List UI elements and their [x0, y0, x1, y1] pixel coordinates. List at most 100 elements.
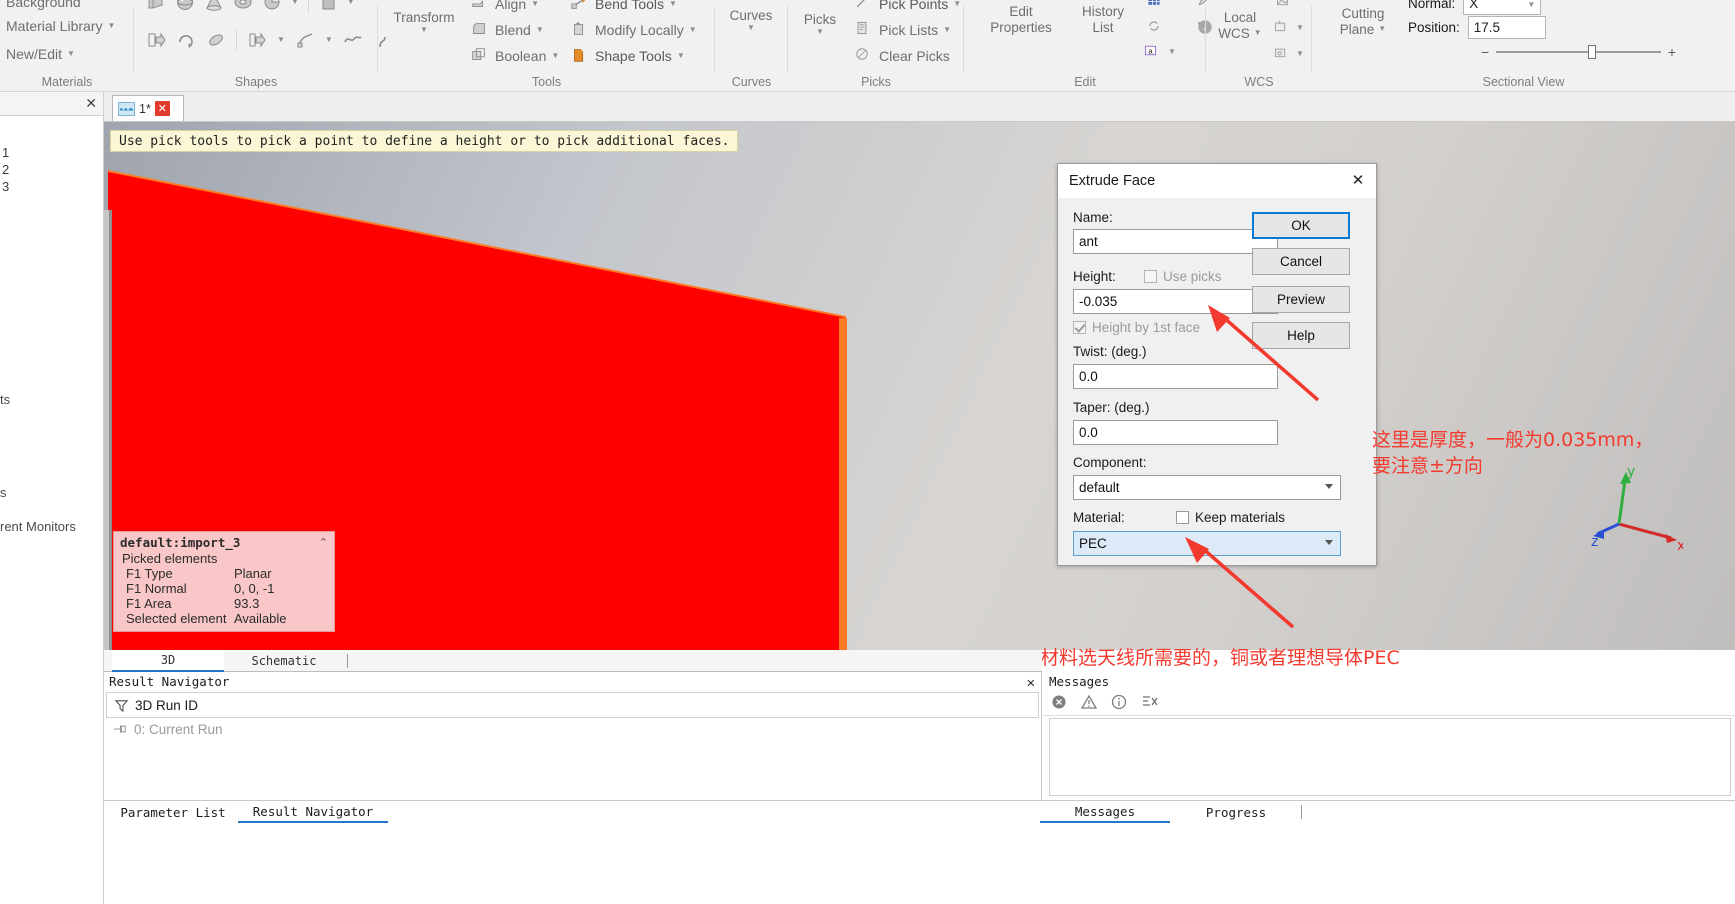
chevron-down-icon[interactable]: ▼ [689, 26, 697, 34]
dialog-titlebar[interactable]: Extrude Face ✕ [1058, 164, 1376, 198]
name-input[interactable]: ant [1073, 229, 1278, 254]
clear-messages-icon[interactable] [1141, 694, 1159, 713]
modify-locally-button[interactable]: Modify Locally ▼ [570, 20, 697, 40]
chevron-down-icon[interactable]: ▼ [792, 27, 848, 36]
sheet-icon[interactable] [318, 0, 338, 12]
keep-materials-row[interactable]: Keep materials [1176, 510, 1285, 525]
curve-icon[interactable] [343, 30, 363, 50]
clear-picks-button[interactable]: Clear Picks [854, 46, 950, 66]
close-icon[interactable]: ✕ [85, 95, 97, 112]
warning-icon[interactable] [1080, 694, 1098, 713]
chevron-down-icon[interactable]: ▼ [325, 36, 333, 44]
sphere-icon[interactable] [175, 0, 195, 12]
messages-list[interactable] [1049, 718, 1731, 796]
result-navigator-column-header[interactable]: 3D Run ID [106, 692, 1039, 718]
position-increase-button[interactable]: + [1668, 44, 1676, 60]
ribbon-background-button[interactable]: Background [6, 0, 81, 10]
tab-3d[interactable]: 3D [112, 650, 224, 672]
local-wcs-button[interactable]: Local WCS ▼ [1210, 10, 1270, 41]
tab-parameter-list[interactable]: Parameter List [114, 801, 232, 823]
chevron-down-icon[interactable]: ▼ [1296, 50, 1304, 58]
position-slider[interactable] [1496, 45, 1661, 59]
help-button[interactable]: Help [1252, 322, 1350, 349]
tree-row[interactable]: 2 [0, 161, 103, 178]
twist-input[interactable]: 0.0 [1073, 364, 1278, 389]
pick-points-button[interactable]: Pick Points ▼ [854, 0, 961, 14]
cutting-plane-button[interactable]: Cutting Plane ▼ [1326, 6, 1400, 37]
close-icon[interactable]: ✕ [1346, 169, 1370, 191]
document-tab[interactable]: 1* ✕ [112, 95, 184, 121]
extrude-curve-icon[interactable] [247, 30, 267, 50]
chevron-down-icon[interactable]: ▼ [1296, 24, 1304, 32]
position-slider-thumb[interactable] [1588, 45, 1597, 59]
edit-properties-button[interactable]: Edit Properties [978, 4, 1064, 35]
chevron-down-icon[interactable]: ▼ [669, 0, 677, 8]
chevron-down-icon[interactable]: ▼ [1254, 29, 1262, 37]
ribbon-material-library-button[interactable]: Material Library ▼ [6, 18, 115, 34]
component-select[interactable]: default [1073, 475, 1341, 500]
info-icon[interactable] [1111, 694, 1127, 713]
error-icon[interactable] [1051, 694, 1067, 713]
tree-row[interactable]: 1 [0, 144, 103, 161]
ribbon-new-edit-button[interactable]: New/Edit ▼ [6, 46, 75, 62]
chevron-down-icon[interactable]: ▼ [531, 0, 539, 8]
use-picks-checkbox[interactable] [1144, 270, 1157, 283]
keep-materials-checkbox[interactable] [1176, 511, 1189, 524]
tree-item[interactable]: s [0, 485, 7, 500]
sweep-icon[interactable] [206, 30, 226, 50]
tree-item[interactable]: ts [0, 392, 10, 407]
taper-input[interactable]: 0.0 [1073, 420, 1278, 445]
shape-tools-button[interactable]: Shape Tools ▼ [570, 46, 685, 66]
chevron-down-icon[interactable]: ▼ [536, 26, 544, 34]
parameter-icon[interactable]: a [1142, 42, 1162, 62]
pick-lists-button[interactable]: Pick Lists ▼ [854, 20, 951, 40]
ok-button[interactable]: OK [1252, 212, 1350, 239]
pin-icon[interactable] [106, 723, 134, 735]
revolve-icon[interactable] [176, 30, 196, 50]
bend-tools-button[interactable]: Bend Tools ▼ [570, 0, 677, 14]
tree-row[interactable]: 3 [0, 178, 103, 195]
chevron-down-icon[interactable]: ▼ [390, 25, 458, 34]
close-icon[interactable]: ✕ [1027, 673, 1035, 693]
tab-result-navigator[interactable]: Result Navigator [238, 801, 388, 823]
sphere-cut-icon[interactable] [262, 0, 282, 12]
3d-viewport[interactable]: Use pick tools to pick a point to define… [104, 122, 1735, 650]
align-button[interactable]: Align ▼ [470, 0, 539, 14]
transform-button[interactable]: Transform ▼ [390, 10, 458, 34]
history-list-button[interactable]: History List [1068, 4, 1138, 35]
wcs-align-icon[interactable] [1272, 18, 1292, 38]
chevron-down-icon[interactable]: ▼ [717, 23, 785, 32]
filter-icon[interactable] [107, 698, 135, 713]
torus-icon[interactable] [233, 0, 253, 12]
refresh-icon[interactable] [1146, 18, 1166, 38]
position-input[interactable]: 17.5 [1467, 16, 1546, 39]
tab-progress[interactable]: Progress [1176, 801, 1296, 823]
wcs-view-icon[interactable] [1274, 0, 1294, 12]
collapse-icon[interactable]: ⌃ [319, 536, 328, 549]
preview-button[interactable]: Preview [1252, 286, 1350, 313]
extrude-icon[interactable] [146, 30, 166, 50]
material-select[interactable]: PEC [1073, 531, 1341, 556]
chevron-down-icon[interactable]: ▼ [277, 36, 285, 44]
wire-icon[interactable] [295, 30, 315, 50]
picks-button[interactable]: Picks ▼ [792, 12, 848, 36]
boolean-button[interactable]: Boolean ▼ [470, 46, 559, 66]
chevron-down-icon[interactable]: ▼ [943, 26, 951, 34]
wcs-anchor-icon[interactable] [1272, 44, 1292, 64]
chevron-down-icon[interactable]: ▼ [1378, 25, 1386, 33]
close-icon[interactable]: ✕ [154, 101, 170, 116]
height-input[interactable]: -0.035 [1073, 289, 1278, 314]
grid-icon[interactable] [1146, 0, 1166, 12]
height-by-first-face-row[interactable]: Height by 1st face [1073, 320, 1200, 335]
chevron-down-icon[interactable]: ▼ [347, 0, 355, 6]
tab-schematic[interactable]: Schematic [228, 650, 340, 672]
chevron-down-icon[interactable]: ▼ [677, 52, 685, 60]
tree-item[interactable]: rent Monitors [0, 519, 76, 534]
cone-icon[interactable] [204, 0, 224, 12]
cancel-button[interactable]: Cancel [1252, 248, 1350, 275]
curves-button[interactable]: Curves ▼ [717, 8, 785, 32]
chevron-down-icon[interactable]: ▼ [1168, 48, 1176, 56]
chevron-down-icon[interactable]: ▼ [953, 0, 961, 8]
normal-select[interactable]: X ▼ [1463, 0, 1542, 15]
tab-messages[interactable]: Messages [1040, 801, 1170, 823]
